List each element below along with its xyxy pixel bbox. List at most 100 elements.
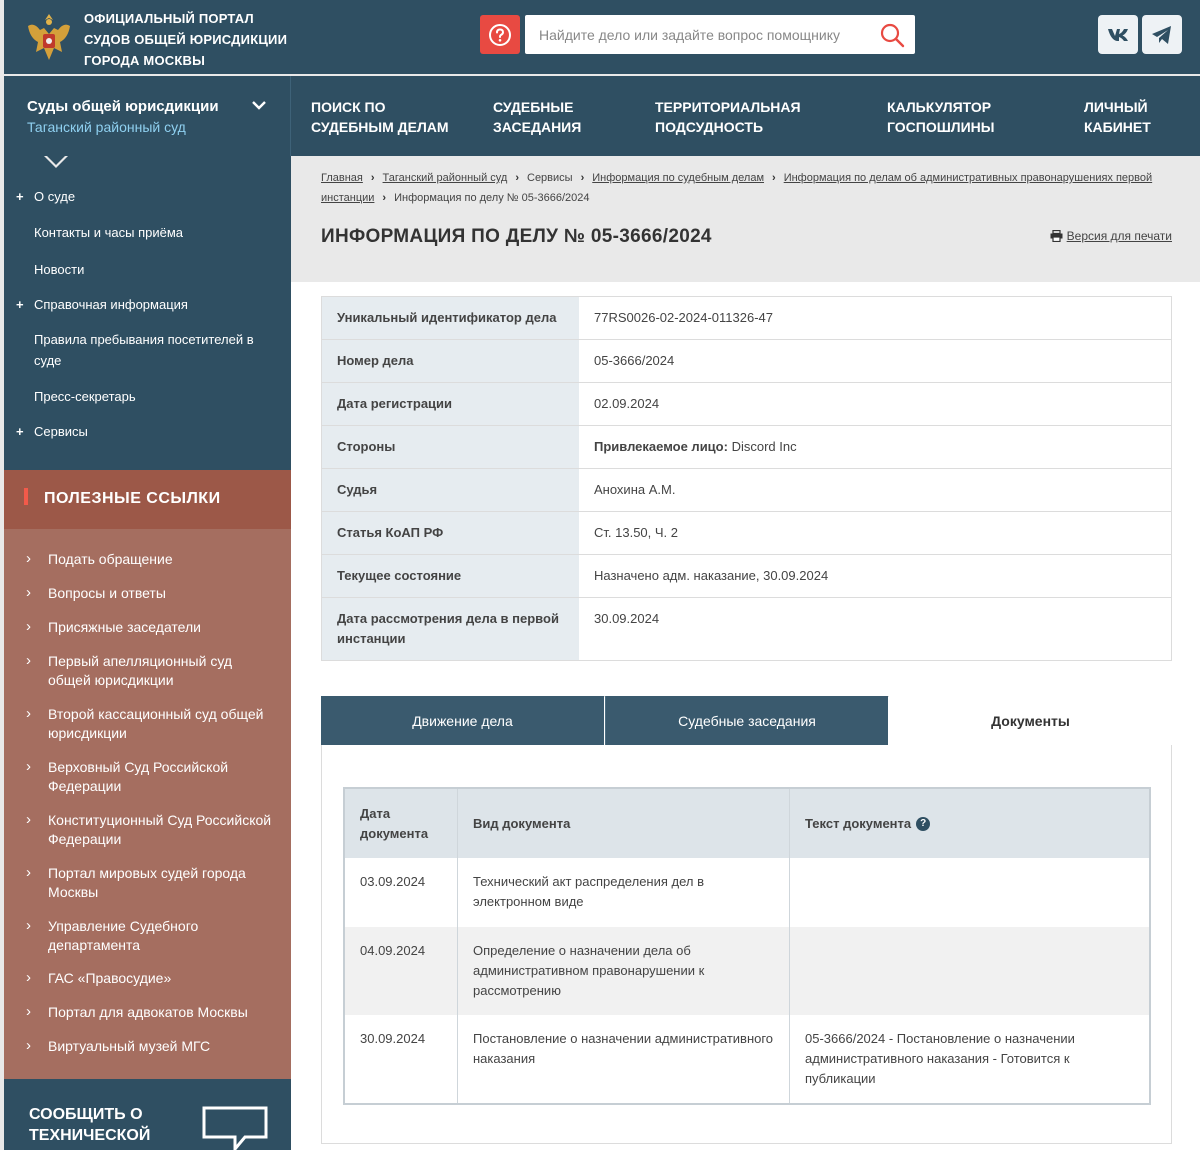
help-button[interactable] — [480, 15, 520, 54]
case-info-row: Статья КоАП РФ Ст. 13.50, Ч. 2 — [322, 512, 1171, 555]
sidebar-item-label: Новости — [34, 262, 85, 277]
sidebar-item-label: Справочная информация — [34, 297, 188, 312]
nav-jurisdiction[interactable]: Территориальная подсудность — [655, 97, 801, 137]
accent-bar — [24, 488, 28, 505]
search-input[interactable] — [525, 15, 855, 54]
case-info-value: Ст. 13.50, Ч. 2 — [594, 525, 678, 540]
page-title: Информация по делу № 05-3666/2024 — [321, 226, 712, 247]
help-tooltip-icon[interactable]: ? — [916, 816, 931, 831]
nav-fee-calculator[interactable]: Калькулятор госпошлины — [887, 97, 994, 137]
nav-personal-account[interactable]: Личный кабинет — [1084, 97, 1151, 137]
expand-plus-icon: + — [16, 189, 24, 204]
table-row: 03.09.2024 Технический акт распределения… — [345, 858, 1149, 927]
case-info-value: Привлекаемое лицо: Discord Inc — [579, 426, 1171, 468]
report-line: Сообщить о — [29, 1106, 143, 1123]
sidebar: + О суде Контакты и часы приёма Новости … — [4, 156, 291, 1150]
chevron-right-icon: › — [26, 811, 31, 828]
chevron-right-icon: › — [26, 1037, 31, 1054]
breadcrumb-services: Сервисы — [527, 172, 573, 184]
column-header-type: Вид документа — [458, 789, 790, 858]
case-info-value: Анохина А.М. — [594, 482, 676, 497]
case-info-row: Текущее состояние Назначено адм. наказан… — [322, 555, 1171, 598]
coat-of-arms-logo[interactable] — [20, 8, 78, 66]
sidebar-item-services[interactable]: + Сервисы — [4, 421, 88, 442]
case-info-label: Номер дела — [322, 340, 579, 382]
nav-label-line: заседания — [493, 119, 582, 135]
tab-case-movement[interactable]: Движение дела — [321, 696, 604, 745]
court-name: Таганский районный суд — [27, 119, 186, 135]
useful-link-label: ГАС «Правосудие» — [48, 970, 172, 986]
case-info-row: Дата регистрации 02.09.2024 — [322, 383, 1171, 426]
chevron-right-icon: › — [382, 192, 387, 204]
useful-link-label: Портал для адвокатов Москвы — [48, 1004, 248, 1020]
court-category: Суды общей юрисдикции — [27, 98, 219, 115]
telegram-button[interactable] — [1142, 15, 1182, 54]
breadcrumb: Главная › Таганский районный суд › Сервисы › И… — [321, 168, 1171, 208]
print-version-link[interactable]: Версия для печати — [1050, 229, 1172, 243]
nav-court-sessions[interactable]: Судебные заседания — [493, 97, 581, 137]
sidebar-item-reference[interactable]: + Справочная информация — [4, 294, 188, 315]
column-header-text: Текст документа? — [790, 789, 1149, 858]
report-issue-title: Сообщить о технической — [29, 1104, 150, 1146]
case-info-row: Дата рассмотрения дела в первой инстанци… — [322, 598, 1171, 660]
documents-table: Дата документа Вид документа Текст докум… — [343, 787, 1151, 1105]
search-icon[interactable] — [879, 22, 905, 48]
breadcrumb-link-court[interactable]: Таганский районный суд — [383, 172, 508, 184]
sidebar-item-label: О суде — [34, 189, 76, 204]
case-info-label: Стороны — [322, 426, 579, 468]
sidebar-item-news[interactable]: Новости — [4, 259, 84, 280]
case-info-label: Судья — [322, 469, 579, 511]
nav-case-search[interactable]: Поиск по судебным делам — [311, 97, 449, 137]
printer-icon — [1050, 229, 1063, 243]
case-info-value: Назначено адм. наказание, 30.09.2024 — [594, 568, 829, 583]
vk-button[interactable] — [1098, 15, 1138, 54]
useful-link-label: Вопросы и ответы — [48, 585, 166, 601]
useful-link-label: Присяжные заседатели — [48, 619, 201, 635]
case-tabs: Движение дела Судебные заседания Докумен… — [321, 696, 1172, 1144]
report-issue-banner[interactable]: Сообщить о технической — [4, 1079, 291, 1150]
case-info-value: 05-3666/2024 — [594, 353, 675, 368]
party-role: Привлекаемое лицо: — [594, 439, 728, 454]
doc-text — [790, 927, 1149, 1015]
nav-label-line: Судебные — [493, 99, 574, 115]
court-selector[interactable]: Суды общей юрисдикции Таганский районный… — [4, 76, 291, 156]
tab-documents[interactable]: Документы — [889, 696, 1172, 745]
doc-type: Технический акт распределения дел в элек… — [458, 858, 790, 927]
doc-date: 03.09.2024 — [345, 858, 458, 927]
case-info-value: 02.09.2024 — [594, 396, 660, 411]
sidebar-item-contacts[interactable]: Контакты и часы приёма — [4, 222, 183, 243]
useful-links-header: Полезные ссылки — [4, 470, 291, 529]
sidebar-item-about[interactable]: + О суде — [4, 186, 75, 207]
case-info-row: Уникальный идентификатор дела 77RS0026-0… — [322, 297, 1171, 340]
useful-link-label: Подать обращение — [48, 551, 173, 567]
chevron-right-icon: › — [26, 652, 31, 669]
tab-court-sessions[interactable]: Судебные заседания — [605, 696, 888, 745]
breadcrumb-link-case-info[interactable]: Информация по судебным делам — [592, 172, 764, 184]
case-info-value: 30.09.2024 — [594, 611, 660, 626]
case-info-label: Текущее состояние — [322, 555, 579, 597]
doc-date: 30.09.2024 — [345, 1015, 458, 1103]
print-version-label: Версия для печати — [1066, 229, 1172, 243]
sidebar-item-label: Сервисы — [34, 424, 88, 439]
doc-date: 04.09.2024 — [345, 927, 458, 1015]
question-circle-icon — [489, 23, 511, 46]
main-navigation: Суды общей юрисдикции Таганский районный… — [4, 76, 1200, 156]
case-info-row: Судья Анохина А.М. — [322, 469, 1171, 512]
chevron-right-icon: › — [26, 618, 31, 635]
sidebar-item-label: Пресс-секретарь — [34, 389, 136, 404]
chevron-down-icon — [252, 101, 266, 110]
sidebar-item-press[interactable]: Пресс-секретарь — [4, 386, 136, 407]
useful-link-label: Управление Судебного департамента — [48, 918, 199, 953]
table-row: 30.09.2024 Постановление о назначении ад… — [345, 1015, 1149, 1103]
portal-title[interactable]: Официальный портал судов общей юрисдикци… — [84, 8, 287, 71]
doc-type: Определение о назначении дела об админис… — [458, 927, 790, 1015]
breadcrumb-link-home[interactable]: Главная — [321, 172, 363, 184]
useful-link-label: Портал мировых судей города Москвы — [48, 865, 246, 900]
expand-plus-icon: + — [16, 424, 24, 439]
column-header-date: Дата документа — [345, 789, 458, 858]
portal-title-line: судов общей юрисдикции — [84, 32, 288, 47]
sidebar-item-visitor-rules[interactable]: Правила пребывания посетителей в суде — [4, 329, 264, 371]
expand-plus-icon: + — [16, 297, 24, 312]
report-line: технической — [29, 1127, 151, 1144]
nav-label-line: судебным делам — [311, 119, 449, 135]
